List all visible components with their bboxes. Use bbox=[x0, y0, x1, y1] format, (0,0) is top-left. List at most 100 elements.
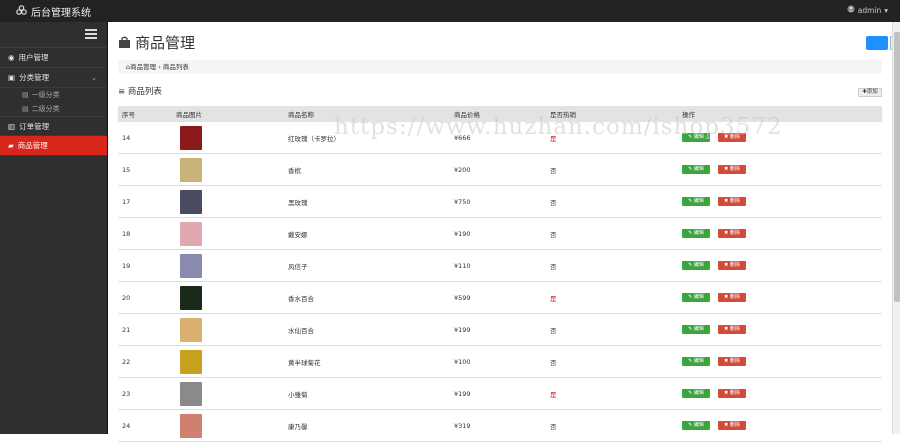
floating-widget[interactable] bbox=[866, 36, 888, 50]
edit-button[interactable]: ✎ 编辑 bbox=[682, 229, 710, 238]
product-thumbnail bbox=[180, 157, 202, 182]
delete-button[interactable]: ✖ 删除 bbox=[718, 293, 746, 302]
product-thumbnail bbox=[180, 253, 202, 278]
cell-price: ¥100 bbox=[454, 357, 471, 366]
cell-hot: 是 bbox=[550, 390, 557, 399]
product-thumbnail bbox=[180, 349, 202, 374]
logo-icon bbox=[16, 5, 27, 18]
sidebar-toggle[interactable] bbox=[0, 22, 107, 48]
cell-hot: 否 bbox=[550, 262, 557, 271]
cell-price: ¥200 bbox=[454, 165, 471, 174]
list-icon: ▤ bbox=[22, 105, 29, 113]
delete-button[interactable]: ✖ 删除 bbox=[718, 325, 746, 334]
delete-button[interactable]: ✖ 删除 bbox=[718, 165, 746, 174]
table-row: 22 黄半球菊花 ¥100 否 ✎ 编辑 ✖ 删除 bbox=[118, 346, 882, 378]
product-thumbnail bbox=[180, 381, 202, 406]
edit-button[interactable]: ✎ 编辑 bbox=[682, 197, 710, 206]
cell-id: 17 bbox=[122, 197, 131, 206]
cell-id: 14 bbox=[122, 133, 131, 142]
cell-image bbox=[176, 189, 286, 214]
table-row: 18 戴安娜 ¥190 否 ✎ 编辑 ✖ 删除 bbox=[118, 218, 882, 250]
cell-ops: ✎ 编辑 ✖ 删除 bbox=[682, 357, 882, 366]
bag-icon bbox=[118, 34, 131, 52]
sidebar-item-categories[interactable]: ▣ 分类管理 ⌄ bbox=[0, 68, 107, 88]
user-menu[interactable]: admin ▾ bbox=[847, 5, 888, 15]
product-thumbnail bbox=[180, 285, 202, 310]
product-thumbnail bbox=[180, 189, 202, 214]
cell-name: 小雏菊 bbox=[288, 390, 308, 399]
user-icon bbox=[847, 5, 855, 15]
cell-price: ¥319 bbox=[454, 421, 471, 430]
edit-button[interactable]: ✎ 编辑 bbox=[682, 325, 710, 334]
product-table: 序号 商品图片 商品名称 商品价格 是否热销 操作 14 红玫瑰（卡罗拉） ¥666… bbox=[118, 106, 882, 442]
top-navbar: 后台管理系统 admin ▾ bbox=[0, 0, 900, 22]
cell-ops: ✎ 编辑 ✖ 删除 bbox=[682, 165, 882, 174]
cell-id: 23 bbox=[122, 389, 131, 398]
edit-button[interactable]: ✎ 编辑 bbox=[682, 421, 710, 430]
table-row: 17 黑玫瑰 ¥750 否 ✎ 编辑 ✖ 删除 bbox=[118, 186, 882, 218]
username: admin bbox=[857, 5, 882, 15]
cell-hot: 否 bbox=[550, 198, 557, 207]
cell-name: 康乃馨 bbox=[288, 422, 308, 431]
edit-button[interactable]: ✎ 编辑 bbox=[682, 357, 710, 366]
cell-name: 香水百合 bbox=[288, 294, 314, 303]
cell-ops: ✎ 编辑 ✖ 删除 bbox=[682, 229, 882, 238]
product-thumbnail bbox=[180, 317, 202, 342]
cell-image bbox=[176, 349, 286, 374]
add-button[interactable]: ✚添加 bbox=[858, 88, 882, 97]
list-icon: ▤ bbox=[22, 91, 29, 99]
sidebar-item-orders[interactable]: ▥ 订单管理 bbox=[0, 116, 107, 136]
watermark: https://www.huzhan.com/ishop3572 bbox=[334, 114, 783, 140]
breadcrumb-item: 商品列表 bbox=[162, 63, 189, 71]
delete-button[interactable]: ✖ 删除 bbox=[718, 357, 746, 366]
bag-icon: ▰ bbox=[8, 141, 14, 150]
page-title: 商品管理 bbox=[118, 32, 195, 53]
cell-image bbox=[176, 221, 286, 246]
cell-hot: 否 bbox=[550, 230, 557, 239]
list-title: ≡ 商品列表 bbox=[118, 87, 162, 97]
delete-button[interactable]: ✖ 删除 bbox=[718, 197, 746, 206]
sidebar-item-products[interactable]: ▰ 商品管理 bbox=[0, 136, 107, 156]
cell-id: 18 bbox=[122, 229, 131, 238]
table-row: 20 香水百合 ¥599 是 ✎ 编辑 ✖ 删除 bbox=[118, 282, 882, 314]
cell-id: 22 bbox=[122, 357, 131, 366]
delete-button[interactable]: ✖ 删除 bbox=[718, 229, 746, 238]
cell-name: 香槟 bbox=[288, 166, 301, 175]
edit-button[interactable]: ✎ 编辑 bbox=[682, 165, 710, 174]
scrollbar[interactable] bbox=[892, 22, 900, 434]
edit-button[interactable]: ✎ 编辑 bbox=[682, 261, 710, 270]
chevron-down-icon: ⌄ bbox=[91, 74, 97, 82]
col-header-image: 商品图片 bbox=[176, 111, 202, 119]
main-content: 商品管理 ⌂商品管理 › 商品列表 ≡ 商品列表 ✚添加 序号 商品图片 商品名… bbox=[108, 22, 892, 442]
brand[interactable]: 后台管理系统 bbox=[16, 4, 91, 19]
table-row: 23 小雏菊 ¥199 是 ✎ 编辑 ✖ 删除 bbox=[118, 378, 882, 410]
sidebar-subitem-level2[interactable]: ▤ 二级分类 bbox=[0, 102, 107, 116]
cell-hot: 否 bbox=[550, 358, 557, 367]
tag-icon: ▣ bbox=[8, 73, 16, 82]
cell-name: 水仙百合 bbox=[288, 326, 314, 335]
sidebar-subitem-level1[interactable]: ▤ 一级分类 bbox=[0, 88, 107, 102]
cell-ops: ✎ 编辑 ✖ 删除 bbox=[682, 421, 882, 430]
edit-button[interactable]: ✎ 编辑 bbox=[682, 293, 710, 302]
cell-hot: 否 bbox=[550, 326, 557, 335]
scrollbar-thumb[interactable] bbox=[894, 32, 900, 302]
delete-button[interactable]: ✖ 删除 bbox=[718, 421, 746, 430]
cell-hot: 否 bbox=[550, 422, 557, 431]
edit-button[interactable]: ✎ 编辑 bbox=[682, 389, 710, 398]
cell-id: 20 bbox=[122, 293, 131, 302]
cell-price: ¥199 bbox=[454, 389, 471, 398]
cell-ops: ✎ 编辑 ✖ 删除 bbox=[682, 293, 882, 302]
cell-price: ¥750 bbox=[454, 197, 471, 206]
cell-image bbox=[176, 125, 286, 150]
delete-button[interactable]: ✖ 删除 bbox=[718, 389, 746, 398]
cell-ops: ✎ 编辑 ✖ 删除 bbox=[682, 261, 882, 270]
table-row: 21 水仙百合 ¥199 否 ✎ 编辑 ✖ 删除 bbox=[118, 314, 882, 346]
hamburger-icon[interactable] bbox=[85, 29, 97, 39]
product-thumbnail bbox=[180, 221, 202, 246]
delete-button[interactable]: ✖ 删除 bbox=[718, 261, 746, 270]
user-icon: ◉ bbox=[8, 53, 15, 62]
breadcrumb-item[interactable]: 商品管理 bbox=[130, 63, 156, 71]
cell-image bbox=[176, 317, 286, 342]
sidebar-item-users[interactable]: ◉ 用户管理 bbox=[0, 48, 107, 68]
cell-id: 15 bbox=[122, 165, 131, 174]
